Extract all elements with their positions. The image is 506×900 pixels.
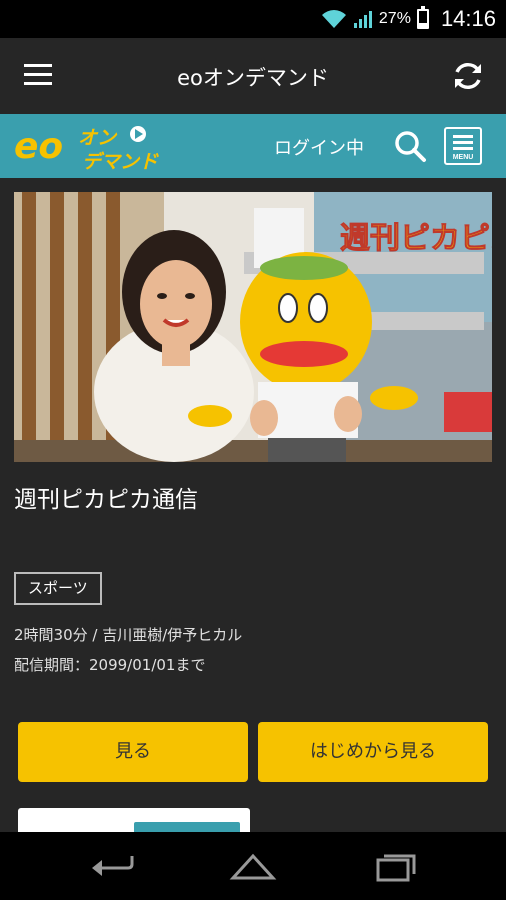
menu-label: MENU <box>452 154 474 161</box>
wifi-icon <box>321 10 346 28</box>
refresh-icon[interactable] <box>448 56 488 96</box>
login-status[interactable]: ログイン中 <box>274 134 364 160</box>
clock: 14:16 <box>440 6 496 31</box>
home-icon[interactable] <box>229 850 277 882</box>
favorite-card-tag <box>134 822 240 832</box>
battery-percent: 27% <box>378 10 411 27</box>
eo-on-demand-logo[interactable]: eo オン デマンド <box>12 120 182 174</box>
program-thumbnail[interactable]: 週刊ピカピカ通信 <box>14 192 492 462</box>
status-indicators: 27% 14:16 <box>321 0 496 38</box>
program-detail: 週刊ピカピカ通信 週刊ピカピカ通信 スポーツ 2時間30分 / 吉川亜樹/伊予ヒ… <box>0 178 506 832</box>
brand-bar: eo オン デマンド ログイン中 MENU <box>0 114 506 178</box>
search-icon[interactable] <box>392 128 428 164</box>
logo-eo: eo <box>14 126 63 167</box>
navigation-bar <box>0 832 506 900</box>
back-icon[interactable] <box>88 850 136 882</box>
program-title: 週刊ピカピカ通信 <box>14 487 198 513</box>
menu-button[interactable]: MENU <box>444 127 482 165</box>
battery-icon <box>416 6 429 29</box>
status-bar: 27% 14:16 <box>0 0 506 38</box>
watch-button[interactable]: 見る <box>18 722 248 782</box>
signal-icon <box>353 11 372 28</box>
hero-title-text: 週刊ピカピカ通信 <box>340 221 492 256</box>
favorite-card[interactable] <box>18 808 250 832</box>
logo-on: オン <box>78 127 118 149</box>
logo-demand: デマンド <box>82 151 159 173</box>
recent-apps-icon[interactable] <box>372 850 420 882</box>
program-duration-cast: 2時間30分 / 吉川亜樹/伊予ヒカル <box>14 626 243 644</box>
app-title: eoオンデマンド <box>177 66 329 90</box>
app-bar: eoオンデマンド <box>0 38 506 114</box>
program-availability: 配信期間：2099/01/01まで <box>14 656 206 674</box>
genre-badge[interactable]: スポーツ <box>14 572 102 605</box>
watch-from-start-button[interactable]: はじめから見る <box>258 722 488 782</box>
